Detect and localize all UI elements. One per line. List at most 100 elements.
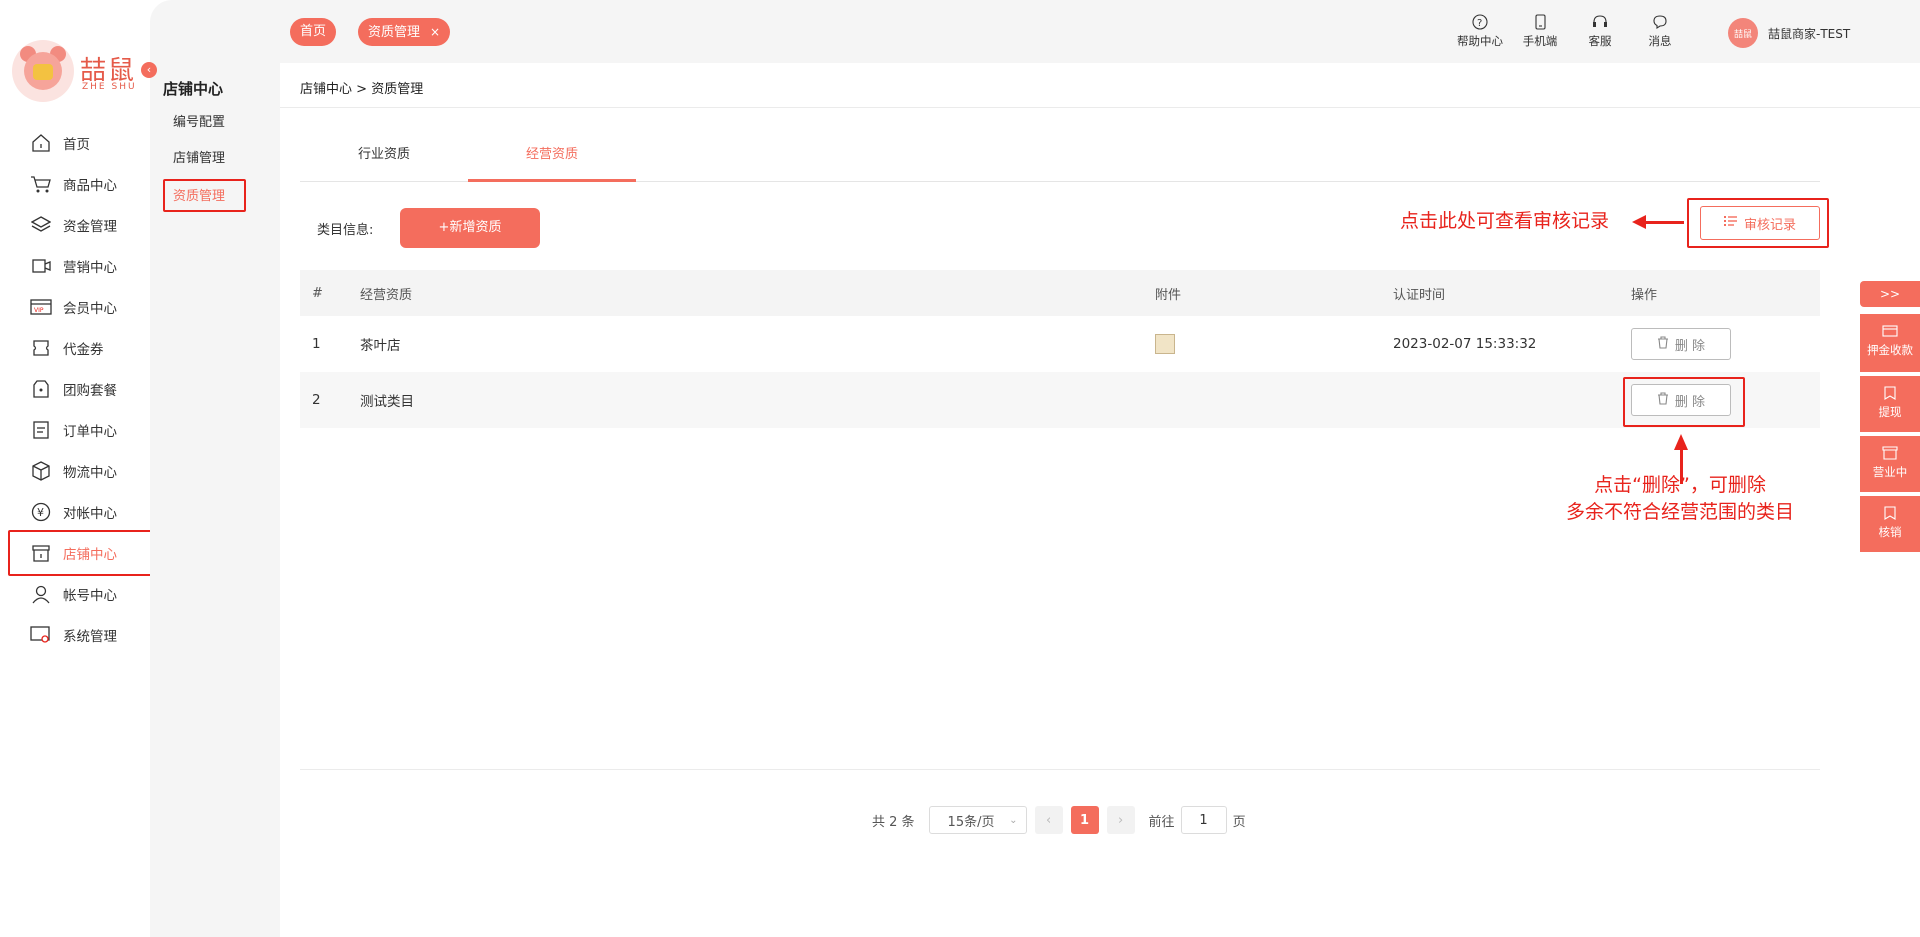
row-action: 删 除: [1631, 328, 1820, 360]
subnav-title: 店铺中心: [163, 80, 224, 98]
messages-label: 消息: [1648, 34, 1672, 48]
cart-icon: [30, 173, 52, 195]
yuan-coin-icon: ¥: [30, 501, 52, 523]
sidebar-item-reconciliation[interactable]: ¥ 对帐中心: [10, 489, 150, 535]
sidebar-item-goods[interactable]: 商品中心: [10, 161, 150, 207]
sidebar-item-home[interactable]: 首页: [10, 120, 150, 166]
page-number-current[interactable]: 1: [1070, 806, 1099, 834]
sidebar-item-store[interactable]: 店铺中心: [8, 530, 152, 576]
sidebar-item-members[interactable]: VIP 会员中心: [10, 284, 150, 330]
qualification-table: # 经营资质 附件 认证时间 操作 1 茶叶店 2023-02-07 15:33…: [300, 270, 1820, 428]
row-index: 1: [312, 336, 321, 352]
svg-text:¥: ¥: [37, 506, 44, 519]
page-size-select[interactable]: 15条/页 ⌄: [928, 806, 1027, 834]
order-list-icon: [30, 419, 52, 441]
sidebar-item-group-buy[interactable]: 团购套餐: [10, 366, 150, 412]
sidebar-item-label: 商品中心: [63, 178, 117, 194]
list-icon: [1723, 215, 1738, 231]
sidebar-item-account[interactable]: 帐号中心: [10, 571, 150, 617]
breadcrumb-parent[interactable]: 店铺中心: [300, 82, 352, 97]
tag-icon: [30, 378, 52, 400]
audit-record-button[interactable]: 审核记录: [1700, 206, 1820, 240]
sidebar-item-orders[interactable]: 订单中心: [10, 407, 150, 453]
withdraw-button[interactable]: 提现: [1860, 374, 1920, 432]
deposit-collection-button[interactable]: 押金收款: [1860, 314, 1920, 372]
collapse-sidebar-button[interactable]: ‹: [141, 62, 157, 78]
box-icon: [30, 460, 52, 482]
add-qualification-button[interactable]: +新增资质: [400, 208, 540, 248]
audit-hint-annotation: 点击此处可查看审核记录: [1400, 210, 1610, 232]
help-center-button[interactable]: ? 帮助中心: [1450, 14, 1510, 49]
headset-icon: [1592, 14, 1608, 30]
delete-hint-annotation: 点击“删除”，可删除 多余不符合经营范围的类目: [1550, 472, 1810, 526]
chat-bubble-icon: [1652, 14, 1668, 30]
withdraw-label: 提现: [1878, 405, 1902, 419]
customer-service-button[interactable]: 客服: [1570, 14, 1630, 49]
close-icon[interactable]: ×: [430, 25, 440, 39]
mobile-button[interactable]: 手机端: [1510, 14, 1570, 49]
goto-page-input[interactable]: [1180, 806, 1227, 834]
page-size-value: 15条/页: [947, 814, 995, 830]
subnav-item-number-config[interactable]: 编号配置: [163, 107, 246, 140]
subnav-item-store-management[interactable]: 店铺管理: [163, 143, 246, 176]
delete-hint-line2: 多余不符合经营范围的类目: [1565, 501, 1794, 523]
table-header: # 经营资质 附件 认证时间 操作: [300, 270, 1820, 316]
mobile-label: 手机端: [1522, 34, 1558, 48]
main-content: 店铺中心 > 资质管理 行业资质 经营资质 类目信息: +新增资质 点击此处可查…: [280, 63, 1920, 937]
pagination: 共 2 条 15条/页 ⌄ ‹ 1 › 前往 页: [872, 805, 1246, 835]
user-menu[interactable]: 喆鼠 喆鼠商家-TEST: [1728, 18, 1850, 48]
attachment-thumbnail-icon[interactable]: [1155, 334, 1175, 354]
withdraw-icon: [1882, 386, 1898, 400]
sub-sidebar: 店铺中心 编号配置 店铺管理 资质管理: [150, 0, 280, 937]
sidebar-item-label: 物流中心: [63, 465, 117, 481]
sidebar-item-funds[interactable]: 资金管理: [10, 202, 150, 248]
sidebar-item-label: 首页: [63, 137, 90, 153]
layers-icon: [30, 214, 52, 236]
expand-panel-button[interactable]: >>: [1860, 281, 1920, 307]
messages-button[interactable]: 消息: [1630, 14, 1690, 49]
brand-logo[interactable]: 喆鼠 ZHE SHU: [12, 40, 142, 104]
tab-business-qualification[interactable]: 经营资质: [468, 142, 636, 182]
sidebar-item-marketing[interactable]: 营销中心: [10, 243, 150, 289]
subnav-item-qualification-management[interactable]: 资质管理: [163, 179, 246, 212]
business-status-label: 营业中: [1872, 465, 1908, 479]
sidebar-item-label: 会员中心: [63, 301, 117, 317]
sidebar-item-voucher[interactable]: 代金券: [10, 325, 150, 371]
svg-text:VIP: VIP: [34, 307, 44, 314]
tab-industry-qualification[interactable]: 行业资质: [300, 142, 468, 182]
row-index: 2: [312, 392, 321, 408]
delete-button[interactable]: 删 除: [1631, 328, 1731, 360]
sidebar-item-label: 店铺中心: [63, 547, 117, 563]
chevron-down-icon: ⌄: [1009, 814, 1018, 826]
customer-service-label: 客服: [1588, 34, 1612, 48]
top-bar: 首页 资质管理 × ? 帮助中心 手机端 客服 消息 喆鼠 喆鼠商家-TEST: [280, 0, 1920, 63]
table-bottom-divider: [300, 769, 1820, 770]
prev-page-button[interactable]: ‹: [1034, 806, 1063, 834]
verify-icon: [1882, 506, 1898, 520]
row-attachment: [1155, 334, 1393, 354]
settings-screen-icon: [30, 624, 52, 646]
help-circle-icon: ?: [1472, 14, 1488, 30]
deposit-icon: [1882, 324, 1898, 338]
verify-label: 核销: [1878, 525, 1902, 539]
sidebar-item-label: 订单中心: [63, 424, 117, 440]
tag-label: 首页: [300, 24, 327, 39]
row-name: 茶叶店: [360, 338, 401, 354]
header-index: #: [312, 285, 323, 301]
sidebar-item-label: 对帐中心: [63, 506, 117, 522]
sidebar-item-logistics[interactable]: 物流中心: [10, 448, 150, 494]
sidebar-item-label: 营销中心: [63, 260, 117, 276]
delete-hint-line1: 点击“删除”，可删除: [1594, 474, 1766, 496]
breadcrumb-separator: >: [356, 82, 368, 97]
tab-tag-home[interactable]: 首页: [290, 18, 337, 46]
sidebar-item-system[interactable]: 系统管理: [10, 612, 150, 658]
tab-tag-qualification[interactable]: 资质管理 ×: [358, 18, 451, 46]
verify-button[interactable]: 核销: [1860, 494, 1920, 552]
chevron-left-icon: ‹: [1045, 812, 1052, 828]
sidebar-item-label: 资金管理: [63, 219, 117, 235]
table-row: 1 茶叶店 2023-02-07 15:33:32 删 除: [300, 316, 1820, 372]
next-page-button[interactable]: ›: [1106, 806, 1135, 834]
business-status-button[interactable]: 营业中: [1860, 434, 1920, 492]
svg-text:?: ?: [1477, 18, 1482, 29]
delete-label: 删 除: [1674, 338, 1706, 354]
